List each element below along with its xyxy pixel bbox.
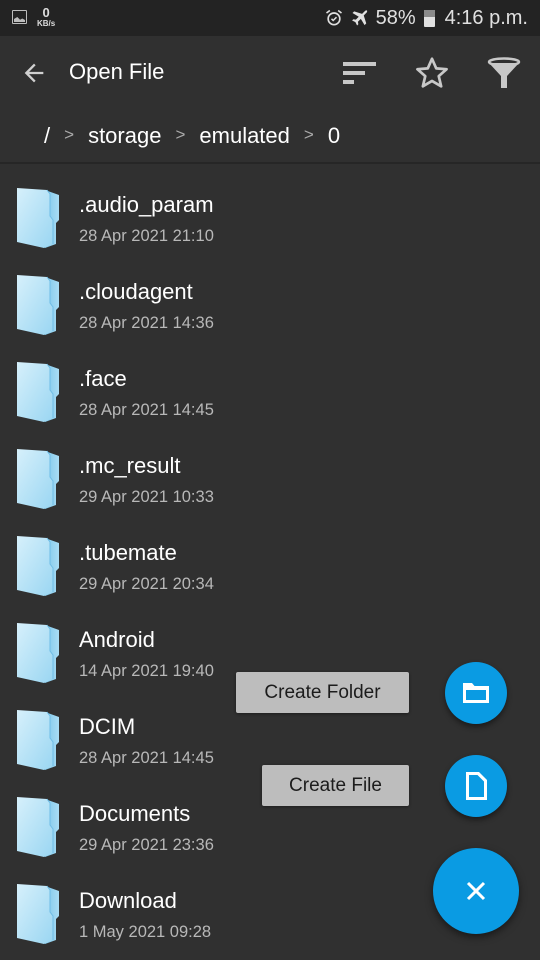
create-folder-fab[interactable] <box>445 662 507 724</box>
image-notification-icon <box>12 10 27 24</box>
file-name: Download <box>79 888 177 913</box>
network-speed: 0 KB/s <box>37 6 55 28</box>
create-file-fab[interactable] <box>445 755 507 817</box>
star-outline-icon <box>416 57 448 88</box>
create-folder-label-button[interactable]: Create Folder <box>236 672 409 713</box>
close-icon <box>466 881 486 901</box>
file-date: 14 Apr 2021 19:40 <box>79 662 214 680</box>
breadcrumb-root[interactable]: / <box>44 123 50 149</box>
sort-button[interactable] <box>338 52 380 94</box>
breadcrumb-separator: > <box>175 125 186 144</box>
file-date: 29 Apr 2021 23:36 <box>79 836 214 854</box>
battery-icon <box>423 9 435 27</box>
file-name: Documents <box>79 801 191 826</box>
filter-button[interactable] <box>483 52 525 94</box>
file-name: Android <box>79 627 155 652</box>
file-name: .audio_param <box>79 192 214 217</box>
network-speed-value: 0 <box>42 5 50 20</box>
folder-icon <box>17 449 59 509</box>
breadcrumb-separator: > <box>64 125 75 144</box>
folder-icon <box>17 884 59 944</box>
status-bar: 0 KB/s 58% 4:16 p.m. <box>0 0 540 36</box>
file-name: .cloudagent <box>79 279 193 304</box>
network-speed-unit: KB/s <box>37 19 56 28</box>
file-date: 1 May 2021 09:28 <box>79 923 212 941</box>
breadcrumb-storage[interactable]: storage <box>88 123 161 149</box>
file-list-item[interactable]: .face 28 Apr 2021 14:45 <box>0 338 540 425</box>
alarm-icon <box>325 9 342 26</box>
page-title: Open File <box>69 59 165 84</box>
file-list: .audio_param 28 Apr 2021 21:10 .cloudage… <box>0 164 540 947</box>
folder-icon <box>17 797 59 857</box>
file-date: 28 Apr 2021 14:36 <box>79 314 214 332</box>
file-date: 29 Apr 2021 10:33 <box>79 488 214 506</box>
file-date: 28 Apr 2021 21:10 <box>79 227 214 245</box>
breadcrumb-emulated[interactable]: emulated <box>199 123 290 149</box>
file-date: 28 Apr 2021 14:45 <box>79 749 214 767</box>
clock: 4:16 p.m. <box>444 6 528 29</box>
folder-icon <box>17 188 59 248</box>
breadcrumb-separator: > <box>303 125 314 144</box>
file-name: .face <box>79 366 127 391</box>
create-file-label-button[interactable]: Create File <box>262 765 409 806</box>
filter-funnel-icon <box>487 57 521 88</box>
favorites-button[interactable] <box>411 52 453 94</box>
folder-icon <box>17 275 59 335</box>
arrow-back-icon <box>24 63 44 83</box>
file-date: 28 Apr 2021 14:45 <box>79 401 214 419</box>
file-icon <box>466 772 487 800</box>
file-list-item[interactable]: .tubemate 29 Apr 2021 20:34 <box>0 512 540 599</box>
folder-icon <box>463 683 489 703</box>
file-name: DCIM <box>79 714 136 739</box>
file-list-item[interactable]: .audio_param 28 Apr 2021 21:10 <box>0 164 540 251</box>
close-fab-button[interactable] <box>433 848 519 934</box>
file-date: 29 Apr 2021 20:34 <box>79 575 214 593</box>
breadcrumb-current[interactable]: 0 <box>328 123 340 149</box>
folder-icon <box>17 362 59 422</box>
folder-icon <box>17 623 59 683</box>
file-list-item[interactable]: .cloudagent 28 Apr 2021 14:36 <box>0 251 540 338</box>
folder-icon <box>17 710 59 770</box>
file-name: .mc_result <box>79 453 181 478</box>
back-button[interactable] <box>18 57 50 89</box>
file-name: .tubemate <box>79 540 177 565</box>
toolbar: Open File <box>0 36 540 110</box>
file-list-item[interactable]: .mc_result 29 Apr 2021 10:33 <box>0 425 540 512</box>
breadcrumb: / > storage > emulated > 0 <box>0 110 540 162</box>
battery-percent: 58% <box>375 6 416 29</box>
sort-icon <box>343 62 376 84</box>
airplane-mode-icon <box>351 10 368 26</box>
folder-icon <box>17 536 59 596</box>
